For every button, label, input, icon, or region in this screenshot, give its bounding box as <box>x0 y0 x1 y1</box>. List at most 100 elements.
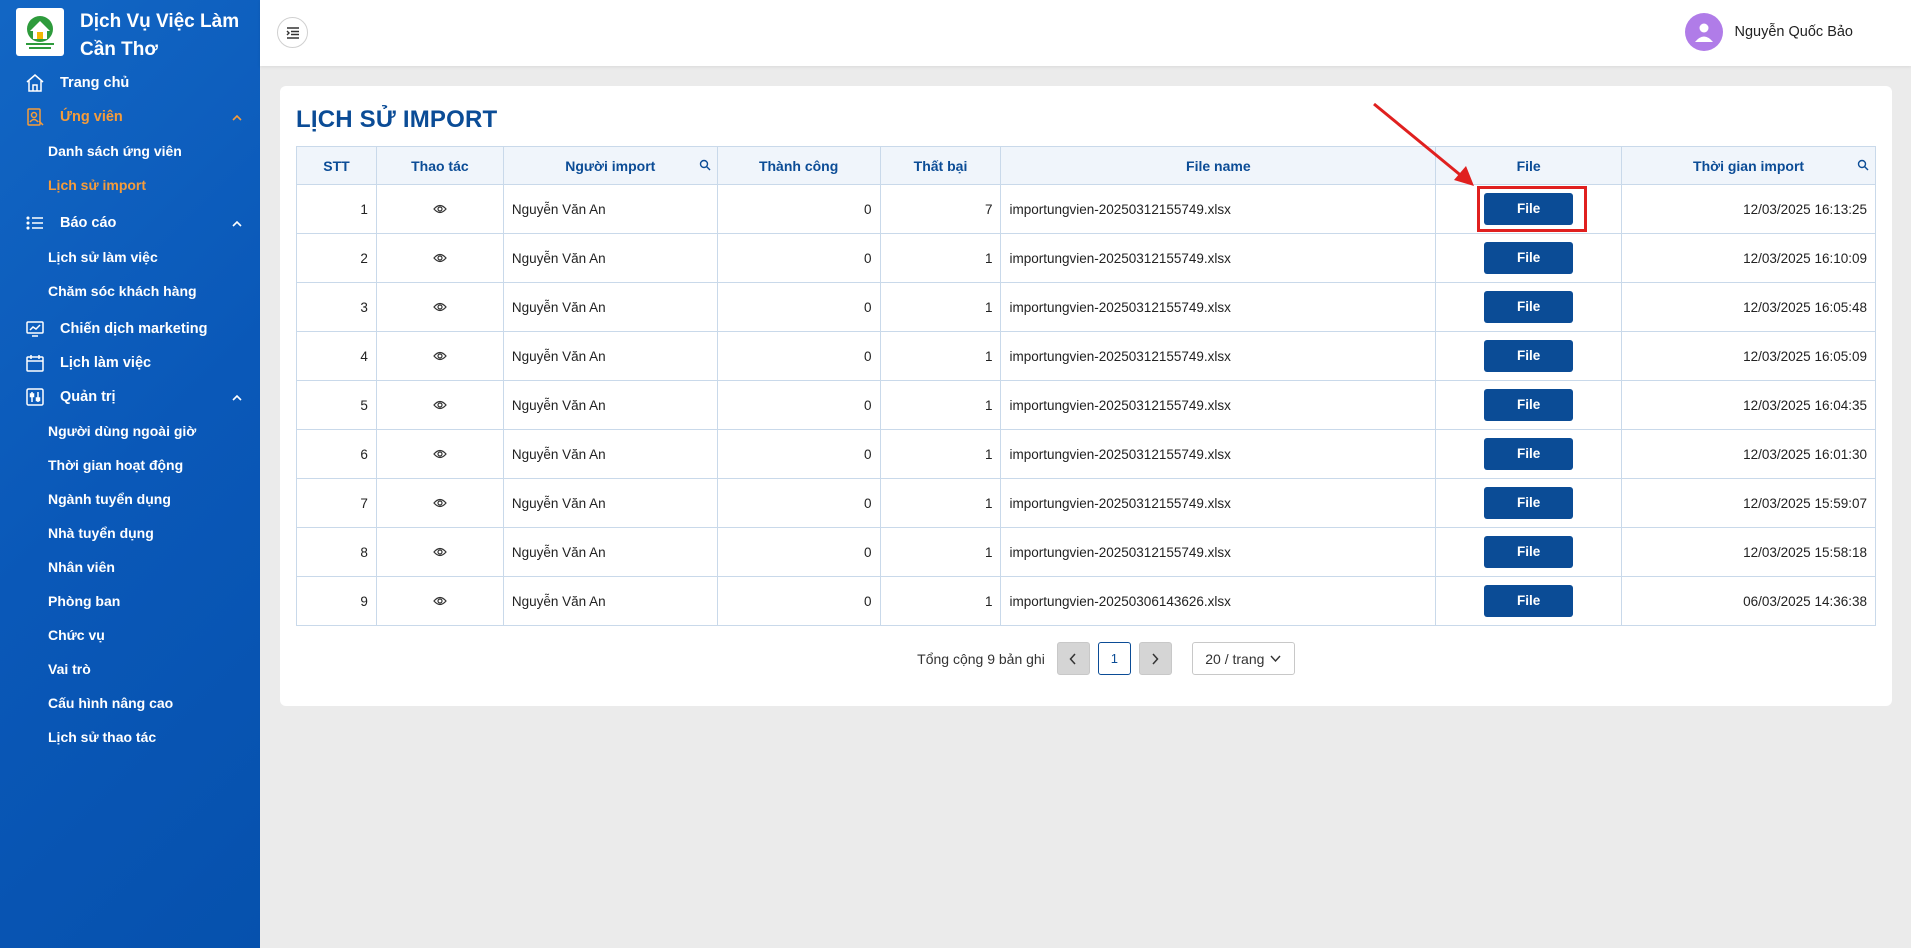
view-button[interactable] <box>433 449 447 459</box>
cell-stt: 3 <box>296 282 377 332</box>
pagination-page-1[interactable]: 1 <box>1097 642 1131 675</box>
eye-icon <box>433 351 447 360</box>
sidebar-item-admin-9[interactable]: Lịch sử thao tác <box>0 720 260 754</box>
sidebar-item-marketing[interactable]: Chiến dịch marketing <box>0 312 260 346</box>
pagination-total: Tổng cộng 9 bản ghi <box>917 650 1045 667</box>
candidate-icon <box>24 106 46 128</box>
sidebar-item-admin-3[interactable]: Nhà tuyển dụng <box>0 516 260 550</box>
cell-fail: 1 <box>879 429 1002 479</box>
cell-file: File <box>1435 527 1623 577</box>
cell-filename: importungvien-20250312155749.xlsx <box>1000 233 1437 283</box>
sidebar-item-admin[interactable]: Quản trị <box>0 380 260 414</box>
user-name: Nguyễn Quốc Bảo <box>1734 24 1854 40</box>
table-header-row: STT Thao tác Người import Thành công Thấ… <box>296 146 1876 185</box>
cell-actions <box>375 233 504 283</box>
view-button[interactable] <box>433 596 447 606</box>
cell-file: File <box>1435 233 1623 283</box>
sidebar-item-candidates-list[interactable]: Danh sách ứng viên <box>0 134 260 168</box>
sidebar-item-admin-8[interactable]: Cấu hình nâng cao <box>0 686 260 720</box>
sidebar-item-admin-1[interactable]: Thời gian hoạt động <box>0 448 260 482</box>
cell-file: File <box>1435 380 1623 430</box>
sidebar-item-admin-4[interactable]: Nhân viên <box>0 550 260 584</box>
eye-icon <box>433 547 447 556</box>
view-button[interactable] <box>433 547 447 557</box>
brand[interactable]: Dịch Vụ Việc Làm Cần Thơ <box>0 0 260 66</box>
cell-importer: Nguyễn Văn An <box>502 576 718 626</box>
file-download-button[interactable]: File <box>1484 389 1574 421</box>
eye-icon <box>433 204 447 213</box>
eye-icon <box>433 449 447 458</box>
file-download-button[interactable]: File <box>1484 536 1574 568</box>
header-file: File <box>1435 146 1623 185</box>
sidebar-menu: Trang chủ Ứng viên Danh sách ứng viên Lị… <box>0 66 260 754</box>
sidebar-toggle-button[interactable] <box>277 17 308 48</box>
cell-stt: 8 <box>296 527 377 577</box>
cell-fail: 7 <box>879 184 1002 234</box>
search-icon[interactable] <box>699 159 711 171</box>
brand-line1: Dịch Vụ Việc Làm <box>80 11 240 32</box>
table-row: 9 Nguyễn Văn An 0 1 importungvien-2025030614… <box>296 576 1876 626</box>
search-icon[interactable] <box>1857 159 1869 171</box>
sidebar-item-customer-care[interactable]: Chăm sóc khách hàng <box>0 274 260 308</box>
sidebar-item-schedule[interactable]: Lịch làm việc <box>0 346 260 380</box>
file-download-button[interactable]: File <box>1484 193 1574 225</box>
sidebar-item-label: Báo cáo <box>60 215 117 231</box>
view-button[interactable] <box>433 253 447 263</box>
chevron-left-icon <box>1069 652 1076 665</box>
cell-importer: Nguyễn Văn An <box>502 380 718 430</box>
sidebar-item-work-history[interactable]: Lịch sử làm việc <box>0 240 260 274</box>
sidebar-item-home[interactable]: Trang chủ <box>0 66 260 100</box>
view-button[interactable] <box>433 400 447 410</box>
main-card: LỊCH SỬ IMPORT STT Thao tác Người import… <box>280 86 1892 706</box>
cell-import-time: 12/03/2025 16:01:30 <box>1621 429 1876 479</box>
view-button[interactable] <box>433 351 447 361</box>
file-download-button[interactable]: File <box>1484 487 1574 519</box>
file-download-button[interactable]: File <box>1484 438 1574 470</box>
cell-fail: 1 <box>879 576 1002 626</box>
file-download-button[interactable]: File <box>1484 242 1574 274</box>
sidebar-item-label: Lịch làm việc <box>60 355 152 371</box>
cell-filename: importungvien-20250312155749.xlsx <box>1000 527 1437 577</box>
sidebar-item-admin-2[interactable]: Ngành tuyển dụng <box>0 482 260 516</box>
sidebar-item-candidates[interactable]: Ứng viên <box>0 100 260 134</box>
cell-success: 0 <box>716 576 881 626</box>
pagination-next-button[interactable] <box>1138 642 1172 675</box>
sidebar-item-import-history[interactable]: Lịch sử import <box>0 168 260 202</box>
pagination-prev-button[interactable] <box>1056 642 1090 675</box>
cell-fail: 1 <box>879 331 1002 381</box>
cell-success: 0 <box>716 380 881 430</box>
cell-file: File <box>1435 331 1623 381</box>
header-fail: Thất bại <box>879 146 1002 185</box>
cell-fail: 1 <box>879 233 1002 283</box>
chevron-down-icon <box>1270 655 1281 662</box>
home-icon <box>24 72 46 94</box>
file-download-button[interactable]: File <box>1484 585 1574 617</box>
page-title: LỊCH SỬ IMPORT <box>296 106 498 133</box>
sidebar-item-admin-0[interactable]: Người dùng ngoài giờ <box>0 414 260 448</box>
sidebar-item-label: Ứng viên <box>60 109 123 125</box>
user-menu[interactable]: Nguyễn Quốc Bảo <box>1684 12 1854 52</box>
cell-importer: Nguyễn Văn An <box>502 331 718 381</box>
view-button[interactable] <box>433 204 447 214</box>
pagination: Tổng cộng 9 bản ghi 1 20 / trang <box>280 642 1892 675</box>
page-size-select[interactable]: 20 / trang <box>1191 642 1295 675</box>
file-download-button[interactable]: File <box>1484 340 1574 372</box>
table-row: 6 Nguyễn Văn An 0 1 importungvien-2025031215… <box>296 429 1876 479</box>
header-stt: STT <box>296 146 377 185</box>
sidebar-item-admin-6[interactable]: Chức vụ <box>0 618 260 652</box>
cell-file: File <box>1435 184 1623 234</box>
file-download-button[interactable]: File <box>1484 291 1574 323</box>
cell-fail: 1 <box>879 527 1002 577</box>
header-success: Thành công <box>716 146 881 185</box>
chevron-up-icon <box>230 216 244 230</box>
sidebar-item-reports[interactable]: Báo cáo <box>0 206 260 240</box>
view-button[interactable] <box>433 498 447 508</box>
table-body: 1 Nguyễn Văn An 0 7 importungvien-2025031215… <box>296 184 1876 626</box>
sidebar-item-admin-7[interactable]: Vai trò <box>0 652 260 686</box>
cell-stt: 1 <box>296 184 377 234</box>
cell-importer: Nguyễn Văn An <box>502 233 718 283</box>
view-button[interactable] <box>433 302 447 312</box>
sidebar-item-admin-5[interactable]: Phòng ban <box>0 584 260 618</box>
chevron-up-icon <box>230 110 244 124</box>
header-label: Thời gian import <box>1693 157 1805 174</box>
